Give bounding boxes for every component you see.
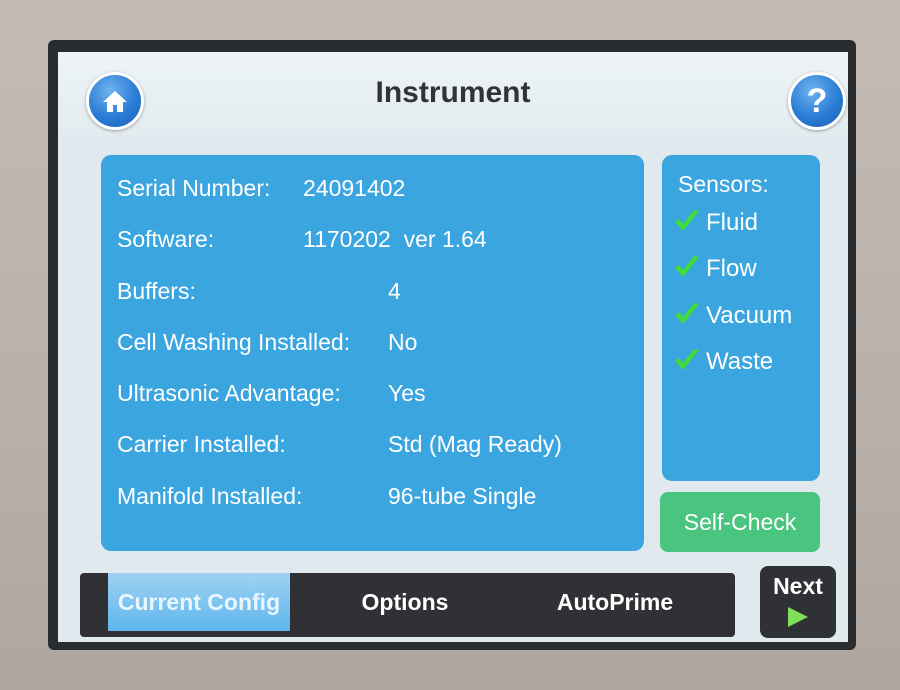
tab-current-config[interactable]: Current Config <box>108 573 290 631</box>
header-bar: Instrument ? <box>58 52 848 138</box>
config-value: 4 <box>388 278 401 304</box>
touch-screen: Instrument ? Serial Number: 24091402 Sof… <box>58 52 848 642</box>
tab-options[interactable]: Options <box>320 573 490 631</box>
config-label: Manifold Installed: <box>117 483 303 509</box>
check-icon <box>675 210 699 231</box>
sensors-title: Sensors: <box>678 171 769 197</box>
check-icon <box>675 256 699 277</box>
sensor-label: Fluid <box>706 209 759 236</box>
sensor-label: Flow <box>706 255 757 282</box>
config-label: Serial Number: <box>117 175 271 201</box>
config-value: 1170202 ver 1.64 <box>303 226 487 252</box>
config-value: Yes <box>388 380 426 406</box>
sensors-panel: Sensors: Fluid Flow Vacuum Waste <box>662 155 820 481</box>
config-label: Software: <box>117 226 215 252</box>
check-icon <box>675 349 699 370</box>
help-button[interactable]: ? <box>788 72 846 130</box>
next-label: Next <box>773 573 823 599</box>
page-title: Instrument <box>375 76 531 109</box>
next-button[interactable]: Next <box>760 566 836 638</box>
sensor-label: Vacuum <box>706 302 793 329</box>
config-value: Std (Mag Ready) <box>388 431 562 457</box>
config-value: No <box>388 329 418 355</box>
config-value: 96-tube Single <box>388 483 537 509</box>
self-check-button[interactable]: Self-Check <box>660 492 820 552</box>
config-label: Buffers: <box>117 278 196 304</box>
config-label: Cell Washing Installed: <box>117 329 351 355</box>
question-mark-icon: ? <box>806 81 828 120</box>
tab-bar: Current Config Options AutoPrime <box>80 573 735 637</box>
current-config-panel: Serial Number: 24091402 Software: 117020… <box>101 155 644 551</box>
play-arrow-icon <box>788 607 808 627</box>
config-label: Ultrasonic Advantage: <box>117 380 341 406</box>
sensor-label: Waste <box>706 348 774 375</box>
config-value: 24091402 <box>303 175 406 201</box>
config-label: Carrier Installed: <box>117 431 286 457</box>
tab-autoprime[interactable]: AutoPrime <box>520 573 710 631</box>
check-icon <box>675 303 699 324</box>
